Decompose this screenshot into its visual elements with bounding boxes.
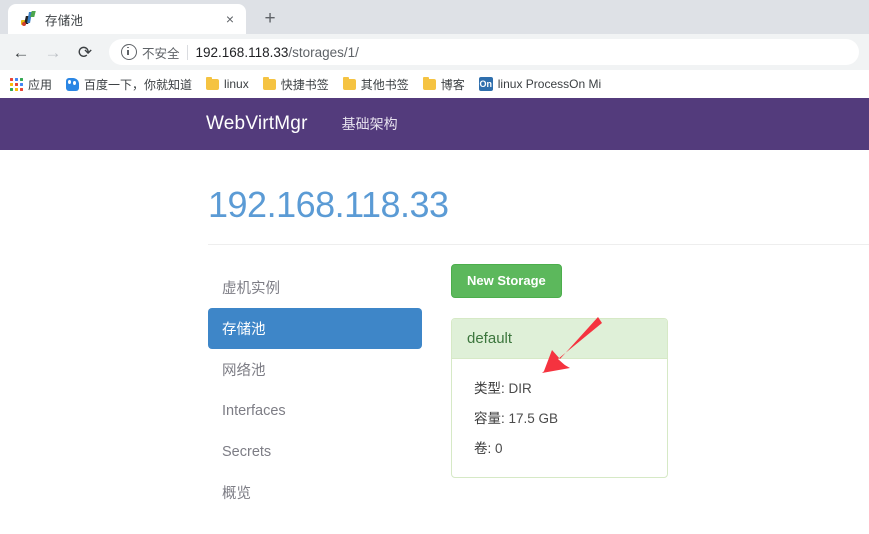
- site-navbar: WebVirtMgr 基础架构: [0, 98, 869, 150]
- bookmark-label: 其他书签: [360, 77, 409, 92]
- security-status-label: 不安全: [142, 46, 180, 61]
- folder-icon: [342, 76, 356, 90]
- page-container: 192.168.118.33 虚机实例 存储池 网络池 Interfaces S…: [0, 184, 869, 513]
- sidebar-nav: 虚机实例 存储池 网络池 Interfaces Secrets 概览: [208, 261, 424, 513]
- storage-pool-volumes-label: 卷:: [474, 440, 492, 456]
- omnibox-divider: [186, 44, 188, 60]
- storage-pool-volumes-value: 0: [495, 440, 503, 456]
- forward-icon[interactable]: →: [38, 37, 68, 67]
- apps-grid-icon: [10, 77, 23, 91]
- sidebar-item-storages[interactable]: 存储池: [208, 308, 422, 349]
- url-host: 192.168.118.33: [195, 44, 289, 60]
- webvirtmgr-favicon: [20, 11, 36, 27]
- page-title: 192.168.118.33: [208, 184, 449, 225]
- nav-link-infrastructure[interactable]: 基础架构: [342, 114, 398, 134]
- bookmark-other[interactable]: 其他书签: [342, 76, 409, 93]
- sidebar-item-overview[interactable]: 概览: [208, 472, 422, 513]
- main-pane: New Storage default 类型: DIR 容量: 17.5 GB …: [424, 261, 869, 513]
- bookmark-label: linux ProcessOn Mi: [497, 77, 602, 91]
- sidebar-item-secrets[interactable]: Secrets: [208, 431, 422, 472]
- new-storage-button[interactable]: New Storage: [451, 264, 562, 298]
- browser-tab-strip: 存储池 × +: [0, 0, 869, 34]
- browser-tab-active[interactable]: 存储池 ×: [8, 4, 246, 34]
- new-tab-button[interactable]: +: [256, 4, 284, 32]
- storage-pool-details: 类型: DIR 容量: 17.5 GB 卷: 0: [452, 359, 667, 477]
- folder-icon: [262, 76, 276, 90]
- bookmark-label: 应用: [28, 77, 53, 92]
- brand-logo[interactable]: WebVirtMgr: [206, 113, 308, 135]
- storage-pool-name: default: [452, 318, 667, 359]
- sidebar-item-instances[interactable]: 虚机实例: [208, 267, 422, 308]
- storage-pool-type-row: 类型: DIR: [474, 377, 652, 397]
- folder-icon: [422, 76, 436, 90]
- page-viewport: WebVirtMgr 基础架构 192.168.118.33 虚机实例 存储池 …: [0, 98, 869, 534]
- bookmark-label: 快捷书签: [280, 77, 329, 92]
- baidu-icon: [66, 77, 80, 91]
- bookmark-baidu[interactable]: 百度一下，你就知道: [66, 76, 192, 93]
- bookmark-label: linux: [224, 77, 249, 91]
- browser-toolbar: ← → ⟳ 不安全 192.168.118.33/storages/1/: [0, 34, 869, 70]
- tab-title: 存储池: [45, 13, 84, 28]
- close-icon[interactable]: ×: [220, 9, 240, 29]
- browser-window: 存储池 × + ← → ⟳ 不安全 192.168.118.33/storage…: [0, 0, 869, 534]
- bookmarks-bar: 应用 百度一下，你就知道 linux 快捷书签 其他书签 博客 On linux…: [0, 70, 869, 98]
- sidebar-item-interfaces[interactable]: Interfaces: [208, 390, 422, 431]
- info-circle-icon[interactable]: [121, 44, 137, 60]
- bookmark-label: 百度一下，你就知道: [84, 77, 193, 92]
- bookmark-label: 博客: [440, 77, 465, 92]
- storage-pool-card[interactable]: default 类型: DIR 容量: 17.5 GB 卷: 0: [451, 317, 668, 478]
- folder-icon: [206, 76, 220, 90]
- storage-pool-size-value: 17.5 GB: [508, 410, 559, 426]
- bookmark-blog[interactable]: 博客: [422, 76, 465, 93]
- storage-pool-type-label: 类型:: [474, 380, 505, 396]
- bookmark-apps[interactable]: 应用: [10, 76, 52, 93]
- sidebar-item-networks[interactable]: 网络池: [208, 349, 422, 390]
- back-icon[interactable]: ←: [6, 37, 36, 67]
- content-row: 虚机实例 存储池 网络池 Interfaces Secrets 概览 New S…: [208, 245, 869, 513]
- reload-icon[interactable]: ⟳: [70, 37, 100, 67]
- storage-pool-size-row: 容量: 17.5 GB: [474, 407, 652, 427]
- url-text: 192.168.118.33/storages/1/: [196, 45, 359, 60]
- processon-icon: On: [478, 77, 493, 91]
- url-path: /storages/1/: [288, 44, 359, 60]
- bookmark-linux[interactable]: linux: [206, 76, 249, 91]
- bookmark-quick[interactable]: 快捷书签: [262, 76, 329, 93]
- storage-pool-volumes-row: 卷: 0: [474, 437, 652, 457]
- bookmark-processon[interactable]: On linux ProcessOn Mi: [478, 77, 602, 91]
- storage-pool-size-label: 容量:: [474, 410, 505, 426]
- storage-pool-type-value: DIR: [508, 380, 532, 396]
- address-bar[interactable]: 不安全 192.168.118.33/storages/1/: [109, 39, 859, 65]
